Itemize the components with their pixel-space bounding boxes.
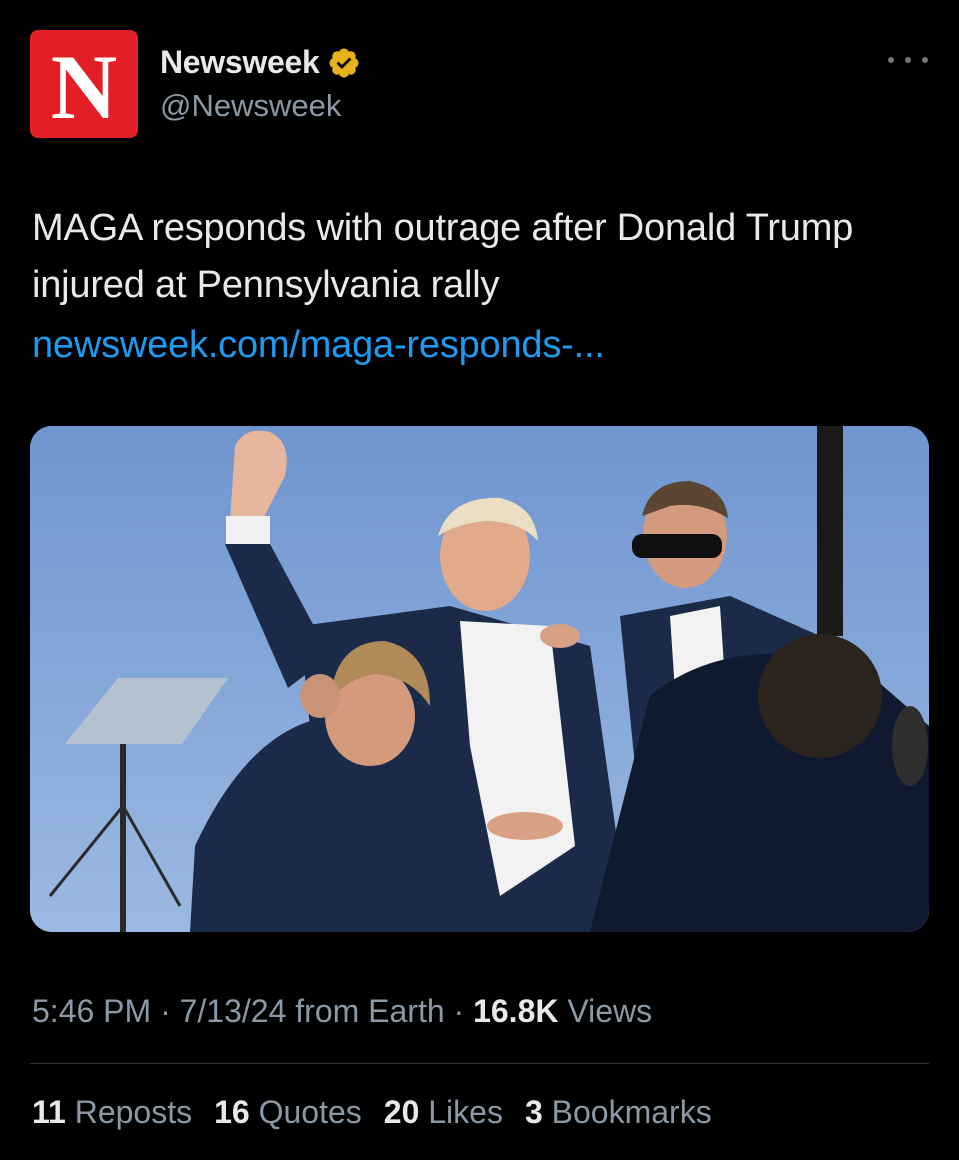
more-dot (905, 57, 911, 63)
reposts-label: Reposts (74, 1094, 193, 1130)
likes-stat[interactable]: 20 Likes (384, 1094, 503, 1131)
post-time[interactable]: 5:46 PM (32, 993, 151, 1029)
avatar-logo-letter: N (50, 36, 118, 138)
more-options-icon[interactable] (888, 50, 928, 70)
avatar[interactable]: N (30, 30, 138, 138)
tweet: N Newsweek @Newsweek MAGA responds with … (0, 0, 959, 1160)
reposts-stat[interactable]: 11 Reposts (32, 1094, 192, 1131)
reposts-count: 11 (32, 1094, 66, 1130)
verified-badge-icon (327, 46, 361, 80)
quotes-count: 16 (214, 1094, 250, 1130)
author-name-row: Newsweek (160, 44, 361, 81)
more-dot (922, 57, 928, 63)
likes-label: Likes (428, 1094, 503, 1130)
quotes-stat[interactable]: 16 Quotes (214, 1094, 362, 1131)
post-meta: 5:46 PM · 7/13/24 from Earth · 16.8K Vie… (32, 993, 652, 1030)
author-handle[interactable]: @Newsweek (160, 88, 341, 124)
likes-count: 20 (383, 1094, 420, 1130)
divider (30, 1063, 929, 1064)
post-link[interactable]: newsweek.com/maga-responds-... (32, 317, 605, 374)
meta-separator: · (453, 993, 465, 1029)
views-count: 16.8K (473, 993, 559, 1029)
bookmarks-count: 3 (524, 1094, 543, 1130)
engagement-stats: 11 Reposts 16 Quotes 20 Likes 3 Bookmark… (32, 1094, 712, 1131)
display-name[interactable]: Newsweek (160, 44, 320, 81)
post-source: from Earth (295, 993, 445, 1029)
views-label: Views (567, 993, 653, 1029)
post-photo[interactable] (30, 426, 929, 932)
bookmarks-label: Bookmarks (551, 1094, 712, 1130)
post-date[interactable]: 7/13/24 (180, 993, 287, 1029)
quotes-label: Quotes (258, 1094, 362, 1130)
post-text: MAGA responds with outrage after Donald … (32, 207, 854, 306)
meta-separator: · (160, 993, 171, 1029)
more-dot (888, 57, 894, 63)
bookmarks-stat[interactable]: 3 Bookmarks (525, 1094, 712, 1131)
